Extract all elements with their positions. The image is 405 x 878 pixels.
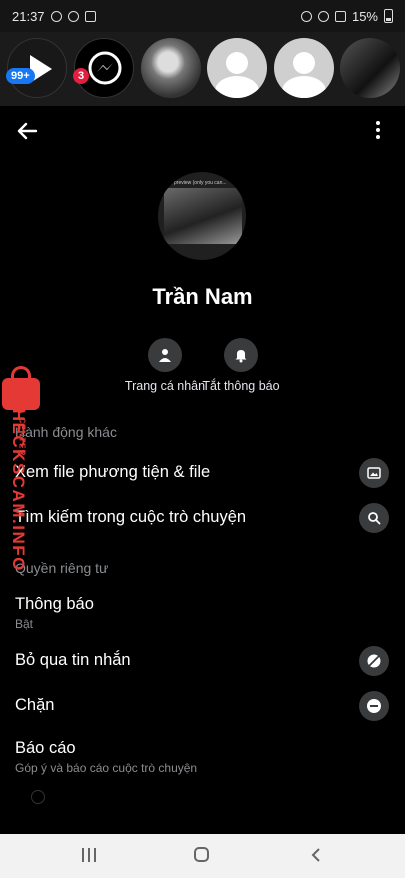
search-conversation-row[interactable]: Tìm kiếm trong cuộc trò chuyện — [0, 497, 405, 541]
loading-spinner-icon — [31, 790, 45, 804]
section-more-actions-title: Hành động khác — [15, 424, 117, 440]
search-icon — [359, 503, 389, 533]
back-button[interactable] — [14, 118, 40, 144]
system-back-button[interactable] — [309, 847, 323, 863]
section-privacy-title: Quyền riêng tư — [15, 560, 109, 576]
unread-badge: 99+ — [6, 68, 35, 84]
home-button[interactable] — [194, 847, 209, 862]
block-row[interactable]: Chặn — [0, 685, 405, 729]
more-options-button[interactable] — [371, 118, 385, 144]
ignore-icon — [359, 646, 389, 676]
row-title: Bỏ qua tin nhắn — [15, 651, 131, 669]
battery-percent: 15% — [351, 8, 378, 24]
notifications-row[interactable]: Thông báo Bật — [0, 584, 405, 634]
recent-apps-button[interactable] — [81, 848, 97, 862]
signal-icon — [334, 10, 346, 22]
top-bar — [0, 106, 405, 158]
profile-avatar[interactable]: preview (only you can... — [158, 172, 246, 260]
arrow-left-icon — [17, 122, 38, 140]
contact-chat-head[interactable] — [340, 38, 400, 98]
more-vertical-icon — [376, 121, 380, 125]
contact-chat-head[interactable] — [141, 38, 201, 98]
contact-chat-head[interactable] — [207, 38, 267, 98]
row-title: Báo cáo — [15, 739, 76, 757]
chat-heads-bar: 99+ 3 — [0, 32, 405, 106]
block-icon — [359, 691, 389, 721]
person-icon — [148, 338, 182, 372]
mute-button-label: Tắt thông báo — [202, 379, 280, 393]
wifi-icon — [317, 10, 329, 22]
chevron-left-icon — [311, 848, 320, 862]
report-row[interactable]: Báo cáo Góp ý và báo cáo cuộc trò chuyện — [0, 728, 405, 780]
bell-icon — [224, 338, 258, 372]
default-avatar-icon — [226, 52, 248, 74]
notifications-status: Bật — [15, 617, 34, 631]
profile-name: Trần Nam — [152, 284, 253, 309]
alarm-icon — [300, 10, 312, 22]
conversation-details-sheet: preview (only you can... Trần Nam Trang … — [0, 106, 405, 834]
mute-notifications-button[interactable]: Tắt thông báo — [186, 338, 296, 393]
battery-icon — [384, 9, 393, 23]
system-navigation-bar — [0, 834, 405, 878]
status-bar: 21:37 15% — [0, 0, 405, 32]
ignore-messages-row[interactable]: Bỏ qua tin nhắn — [0, 640, 405, 684]
gallery-notification-icon — [84, 10, 96, 22]
view-media-files-row[interactable]: Xem file phương tiện & file — [0, 452, 405, 496]
avatar-caption: preview (only you can... — [174, 180, 227, 186]
image-icon — [359, 458, 389, 488]
contact-chat-head[interactable] — [274, 38, 334, 98]
unread-badge: 3 — [73, 68, 90, 84]
row-title: Xem file phương tiện & file — [15, 463, 211, 481]
avatar-image — [164, 188, 242, 244]
default-avatar-icon — [293, 52, 315, 74]
row-title: Thông báo — [15, 595, 94, 613]
watermark-text: CHECKSCAM.INFO — [9, 395, 28, 572]
messenger-notification-icon — [50, 10, 62, 22]
report-description: Góp ý và báo cáo cuộc trò chuyện — [15, 761, 198, 775]
row-title: Tìm kiếm trong cuộc trò chuyện — [15, 508, 247, 526]
row-title: Chặn — [15, 696, 55, 714]
facebook-notification-icon — [67, 10, 79, 22]
status-time: 21:37 — [12, 8, 45, 24]
